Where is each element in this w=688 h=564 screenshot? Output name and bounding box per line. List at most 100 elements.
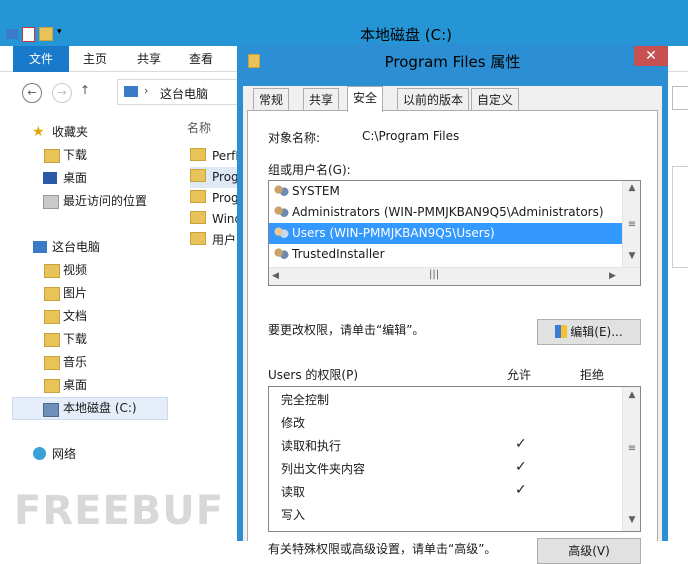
advanced-button[interactable]: 高级(V) [537, 538, 641, 564]
dialog-title: Program Files 属性 [384, 53, 521, 71]
ribbon-tab-home[interactable]: 主页 [80, 46, 110, 72]
freebuf-watermark: FREEBUF [14, 488, 225, 534]
folder-icon [190, 232, 206, 245]
list-item[interactable]: Prog [190, 188, 240, 209]
users-group-icon [273, 247, 289, 261]
ribbon-tab-share[interactable]: 共享 [134, 46, 164, 72]
ribbon-tab-file[interactable]: 文件 [13, 46, 69, 72]
user-list-vertical-scrollbar[interactable]: ▲ ≡ ▼ [622, 181, 640, 267]
tab-general[interactable]: 常规 [253, 88, 290, 110]
sidebar-item-pictures[interactable]: 图片 [0, 282, 175, 305]
user-list-horizontal-scrollbar[interactable]: ◀ ||| ▶ [269, 267, 640, 285]
folder-icon [190, 148, 206, 161]
desktop-folder-icon [44, 379, 60, 393]
list-item[interactable]: TrustedInstaller [269, 244, 622, 265]
object-name-label: 对象名称: [268, 131, 321, 145]
allow-check-icon: ✓ [515, 482, 527, 498]
sidebar-item-desktop-pc[interactable]: 桌面 [0, 374, 175, 397]
edit-button[interactable]: 编辑(E)... [537, 319, 641, 345]
sidebar-item-videos[interactable]: 视频 [0, 259, 175, 282]
network-icon [33, 447, 46, 460]
sidebar-item-local-disk[interactable]: 本地磁盘 (C:) [12, 397, 168, 420]
navigation-pane: ★ 收藏夹 下载 桌面 最近访问的位置 这台电脑 视频 图片 文档 下载 音乐 … [0, 113, 175, 541]
drive-icon [43, 403, 59, 417]
new-folder-icon[interactable] [39, 27, 53, 41]
deny-column-header: 拒绝 [580, 368, 605, 382]
computer-icon [124, 86, 138, 97]
permission-list-scrollbar[interactable]: ▲ ≡ ▼ [622, 387, 640, 531]
tab-customize[interactable]: 自定义 [471, 88, 520, 110]
list-item[interactable]: Prog [190, 167, 240, 188]
tab-sharing[interactable]: 共享 [303, 88, 340, 110]
uac-shield-icon [555, 325, 568, 338]
users-group-icon [273, 226, 289, 240]
sidebar-item-recent[interactable]: 最近访问的位置 [0, 190, 175, 213]
close-button[interactable]: ✕ [634, 46, 668, 66]
list-item[interactable]: Users (WIN-PMMJKBAN9Q5\Users) [269, 223, 622, 244]
folder-icon [190, 211, 206, 224]
change-permission-hint: 要更改权限，请单击“编辑”。 [268, 323, 425, 337]
address-bar[interactable]: › 这台电脑 [117, 79, 257, 105]
recent-places-icon [43, 195, 59, 209]
scroll-grip-icon[interactable]: ≡ [623, 219, 641, 230]
pictures-folder-icon [44, 287, 60, 301]
properties-icon[interactable] [22, 26, 35, 42]
explorer-titlebar [0, 0, 688, 46]
computer-icon [6, 29, 18, 39]
sidebar-this-pc[interactable]: 这台电脑 [0, 236, 175, 259]
dialog-body: 常规 共享 安全 以前的版本 自定义 对象名称: C:\Program File… [243, 86, 662, 564]
tab-security[interactable]: 安全 [347, 86, 384, 112]
object-name-value: C:\Program Files [362, 129, 460, 143]
star-icon: ★ [32, 124, 45, 140]
quick-access-toolbar: ▾ [6, 24, 67, 44]
up-arrow-icon[interactable]: ↑ [80, 83, 90, 97]
sidebar-favorites[interactable]: ★ 收藏夹 [0, 121, 175, 144]
scroll-left-icon[interactable]: ◀ [272, 271, 279, 281]
sidebar-network[interactable]: 网络 [0, 443, 175, 466]
list-item[interactable]: 用户 [190, 230, 240, 251]
scroll-down-icon[interactable]: ▼ [623, 251, 641, 261]
file-list-scrollbar[interactable] [672, 166, 688, 268]
user-listbox[interactable]: SYSTEM Administrators (WIN-PMMJKBAN9Q5\A… [268, 180, 641, 286]
music-folder-icon [44, 356, 60, 370]
sidebar-item-downloads-pc[interactable]: 下载 [0, 328, 175, 351]
advanced-hint: 有关特殊权限或高级设置，请单击“高级”。 [268, 542, 497, 556]
permission-read: 读取 [281, 485, 306, 499]
scroll-up-icon[interactable]: ▲ [623, 183, 641, 193]
scroll-grip-icon[interactable]: ||| [429, 269, 439, 280]
security-panel: 对象名称: C:\Program Files 组或用户名(G): SYSTEM … [247, 110, 658, 564]
scroll-grip-icon[interactable]: ≡ [623, 443, 641, 454]
close-icon: ✕ [645, 48, 657, 64]
ribbon-tab-view[interactable]: 查看 [186, 46, 216, 72]
column-header-name[interactable]: 名称 [187, 119, 211, 136]
sidebar-item-downloads[interactable]: 下载 [0, 144, 175, 167]
folder-icon [190, 190, 206, 203]
chevron-down-icon[interactable]: ▾ [57, 27, 67, 41]
sidebar-item-music[interactable]: 音乐 [0, 351, 175, 374]
list-item[interactable]: Wind [190, 209, 240, 230]
scroll-down-icon[interactable]: ▼ [623, 515, 641, 525]
allow-check-icon: ✓ [515, 459, 527, 475]
forward-button[interactable]: → [52, 83, 72, 103]
list-item[interactable]: PerfL [190, 146, 240, 167]
breadcrumb-separator-icon: › [144, 84, 149, 97]
properties-dialog: Program Files 属性 ✕ 常规 共享 安全 以前的版本 自定义 对象… [237, 44, 668, 564]
permission-write: 写入 [281, 508, 306, 522]
documents-folder-icon [44, 310, 60, 324]
back-button[interactable]: ← [22, 83, 42, 103]
videos-folder-icon [44, 264, 60, 278]
list-item[interactable]: SYSTEM [269, 181, 622, 202]
users-group-icon [273, 205, 289, 219]
breadcrumb-this-pc[interactable]: 这台电脑 [160, 85, 208, 102]
allow-column-header: 允许 [507, 368, 532, 382]
list-item[interactable]: Administrators (WIN-PMMJKBAN9Q5\Administ… [269, 202, 622, 223]
refresh-button[interactable] [672, 86, 688, 110]
tab-previous-versions[interactable]: 以前的版本 [397, 88, 470, 110]
scroll-right-icon[interactable]: ▶ [609, 271, 616, 281]
permission-modify: 修改 [281, 416, 306, 430]
group-user-label: 组或用户名(G): [268, 163, 351, 177]
scroll-up-icon[interactable]: ▲ [623, 390, 641, 400]
sidebar-item-documents[interactable]: 文档 [0, 305, 175, 328]
computer-icon [33, 241, 47, 253]
sidebar-item-desktop[interactable]: 桌面 [0, 167, 175, 190]
